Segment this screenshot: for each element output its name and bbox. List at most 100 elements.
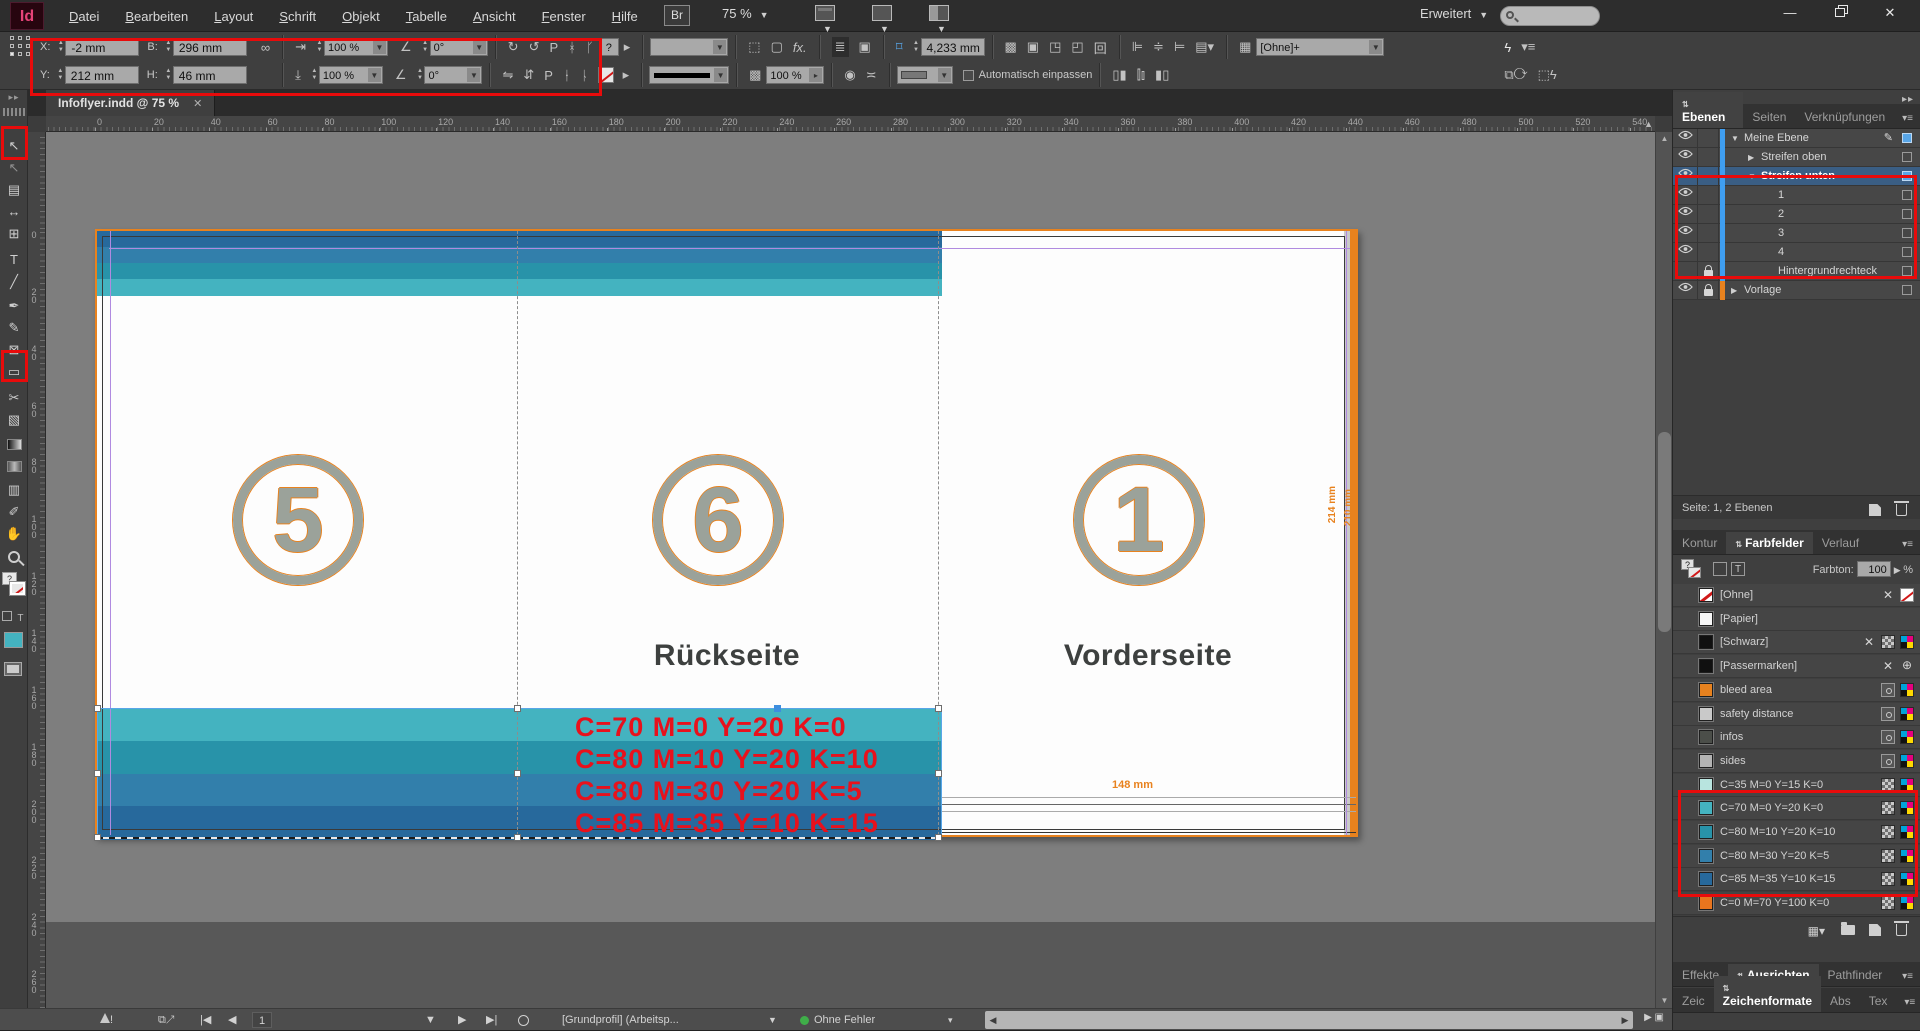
- eyedropper-tool[interactable]: ✐: [0, 502, 28, 522]
- wrap-bounds-icon[interactable]: ≍: [866, 67, 877, 83]
- horizontal-scrollbar[interactable]: ◀ ▶: [985, 1011, 1633, 1029]
- layer-row-streifen-oben[interactable]: ▶Streifen oben: [1673, 148, 1920, 167]
- layer-proxy-square[interactable]: [1902, 209, 1912, 219]
- menu-datei[interactable]: Datei: [56, 9, 112, 24]
- tab-pathfinder[interactable]: Pathfinder: [1819, 964, 1892, 986]
- last-page-button[interactable]: ▶|: [486, 1009, 497, 1031]
- page-number-circle-1[interactable]: 1: [1074, 455, 1204, 585]
- effects-frame-icon[interactable]: ⬚: [748, 39, 760, 55]
- layer-row-vorlage[interactable]: ▶Vorlage: [1673, 281, 1920, 300]
- select-content-icon[interactable]: ᚼ: [568, 40, 576, 55]
- stripes-top-object[interactable]: [97, 231, 942, 295]
- fill-frame-icon[interactable]: ◰: [1071, 39, 1083, 55]
- pen-tool[interactable]: ✒: [0, 296, 28, 316]
- page-number-field[interactable]: 1: [252, 1009, 272, 1031]
- content-collector-tool[interactable]: ⊞: [0, 224, 28, 244]
- swatch-views-icon[interactable]: ▦▾: [1808, 924, 1825, 938]
- scale-y-field[interactable]: 100 %▼: [319, 66, 383, 84]
- page-tool[interactable]: ▤: [0, 180, 28, 200]
- close-button[interactable]: ✕: [1868, 0, 1912, 26]
- align-left-icon[interactable]: ⊫: [1132, 39, 1143, 55]
- flip-horizontal-icon[interactable]: ⇋: [502, 67, 513, 83]
- scroll-right-icon[interactable]: ▶: [1617, 1011, 1633, 1029]
- new-group-icon[interactable]: [1841, 924, 1855, 938]
- pencil-tool[interactable]: ✎: [0, 318, 28, 338]
- panel-menu-icon[interactable]: ▾≡: [1894, 967, 1920, 986]
- height-field[interactable]: 46 mm: [173, 66, 247, 84]
- eye-visibility-icon[interactable]: [1673, 148, 1698, 167]
- eye-visibility-icon[interactable]: [1673, 205, 1698, 224]
- frame-style-dropdown[interactable]: ▼: [897, 66, 953, 84]
- rotation-stepper[interactable]: ▲▼: [421, 40, 430, 54]
- zoom-level-dropdown[interactable]: 75 %▼: [722, 6, 769, 21]
- swatch-row-safety-distance[interactable]: safety distance: [1673, 703, 1920, 726]
- frame-grid-icon[interactable]: ⬚ϟ: [1538, 67, 1557, 83]
- gap-tool[interactable]: ↔: [0, 202, 28, 222]
- layer-proxy-square[interactable]: [1902, 266, 1912, 276]
- layer-row-4[interactable]: 4: [1673, 243, 1920, 262]
- y-stepper[interactable]: ▲▼: [56, 68, 65, 82]
- type-tool[interactable]: T: [0, 250, 28, 270]
- gradient-feather-tool[interactable]: [0, 456, 28, 476]
- y-field[interactable]: 212 mm: [65, 66, 139, 84]
- selection-handle[interactable]: [94, 834, 101, 841]
- menu-bearbeiten[interactable]: Bearbeiten: [112, 9, 201, 24]
- selection-handle[interactable]: [514, 705, 521, 712]
- scrollbar-thumb[interactable]: [1658, 432, 1671, 632]
- corner-radius-stepper[interactable]: ▲▼: [912, 40, 921, 54]
- stripe-band[interactable]: [97, 263, 942, 280]
- swatch-row-sides[interactable]: sides: [1673, 750, 1920, 773]
- corner-options-icon[interactable]: ⌑: [896, 39, 903, 55]
- menu-schrift[interactable]: Schrift: [266, 9, 329, 24]
- workspace-switcher[interactable]: Erweitert▼: [1420, 6, 1488, 21]
- layer-row-meine-ebene[interactable]: ▼Meine Ebene✎: [1673, 129, 1920, 148]
- select-p-icon[interactable]: P: [544, 68, 553, 83]
- swatch-row-bleed-area[interactable]: bleed area: [1673, 679, 1920, 702]
- direct-selection-tool[interactable]: ↖: [0, 158, 28, 178]
- rotate-cw-icon[interactable]: ↻: [508, 39, 519, 55]
- stroke-swatch-none-icon[interactable]: [10, 582, 25, 595]
- layer-proxy-square[interactable]: [1902, 190, 1912, 200]
- tab-seiten[interactable]: Seiten: [1743, 106, 1795, 128]
- menu-hilfe[interactable]: Hilfe: [599, 9, 651, 24]
- fit-content-icon[interactable]: ▩: [1005, 39, 1017, 55]
- formatting-text-icon[interactable]: T: [1731, 562, 1745, 576]
- swatch-row-c-70-m-0-y-20-k-0[interactable]: C=70 M=0 Y=20 K=0: [1673, 797, 1920, 820]
- swatch-row-c-0-m-70-y-100-k-0[interactable]: C=0 M=70 Y=100 K=0: [1673, 892, 1920, 915]
- eye-visibility-icon[interactable]: [1673, 186, 1698, 205]
- tab-zeic[interactable]: Zeic: [1673, 990, 1714, 1012]
- twisty-icon[interactable]: ▼: [1748, 172, 1756, 181]
- panel-menu-icon[interactable]: ▾≡: [1896, 993, 1920, 1012]
- fit-frame-icon[interactable]: ▣: [1027, 39, 1039, 55]
- tab-zeichenformate[interactable]: ⇅Zeichenformate: [1714, 976, 1821, 1012]
- object-style-dropdown[interactable]: [Ohne]+▼: [1256, 38, 1384, 56]
- align-center-icon[interactable]: ≑: [1153, 39, 1164, 55]
- selection-tool[interactable]: ↖: [0, 136, 28, 156]
- guide-right[interactable]: [1346, 231, 1347, 835]
- hand-tool[interactable]: ✋: [0, 524, 28, 544]
- quick-apply-icon[interactable]: ϟ: [1504, 40, 1511, 55]
- vertical-ruler[interactable]: 020406080100120140160180200220240260: [28, 132, 46, 1008]
- formatting-container-icon[interactable]: [2, 611, 12, 621]
- selection-handle[interactable]: [94, 770, 101, 777]
- wrap-shape-icon[interactable]: ◉: [844, 67, 855, 83]
- page-dropdown-icon[interactable]: ▼: [425, 1009, 436, 1031]
- tab-farbfelder[interactable]: ⇅Farbfelder: [1726, 532, 1812, 554]
- width-stepper[interactable]: ▲▼: [164, 40, 173, 54]
- page-number-circle-6[interactable]: 6: [653, 455, 783, 585]
- menu-ansicht[interactable]: Ansicht: [460, 9, 529, 24]
- selection-handle[interactable]: [514, 834, 521, 841]
- tint-flyout-icon[interactable]: ▶: [1894, 565, 1903, 575]
- swatch-row-schwarz[interactable]: [Schwarz]✕: [1673, 631, 1920, 654]
- swatch-row-c-80-m-10-y-20-k-10[interactable]: C=80 M=10 Y=20 K=10: [1673, 821, 1920, 844]
- eye-visibility-icon[interactable]: [1673, 243, 1698, 262]
- twisty-icon[interactable]: ▼: [1731, 134, 1739, 143]
- center-content-icon[interactable]: 回: [1094, 38, 1107, 57]
- fit-proportional-icon[interactable]: ◳: [1049, 39, 1061, 55]
- rotate-ccw-icon[interactable]: ↺: [529, 39, 540, 55]
- distribute-left-icon[interactable]: ▯▮: [1112, 67, 1126, 83]
- tab-tex[interactable]: Tex: [1860, 990, 1897, 1012]
- scroll-up-icon[interactable]: ▲: [1656, 132, 1673, 146]
- note-tool[interactable]: ▥: [0, 480, 28, 500]
- canvas-pasteboard[interactable]: 56Rückseite1Vorderseite C=70 M=0 Y=20 K=…: [46, 132, 1655, 1008]
